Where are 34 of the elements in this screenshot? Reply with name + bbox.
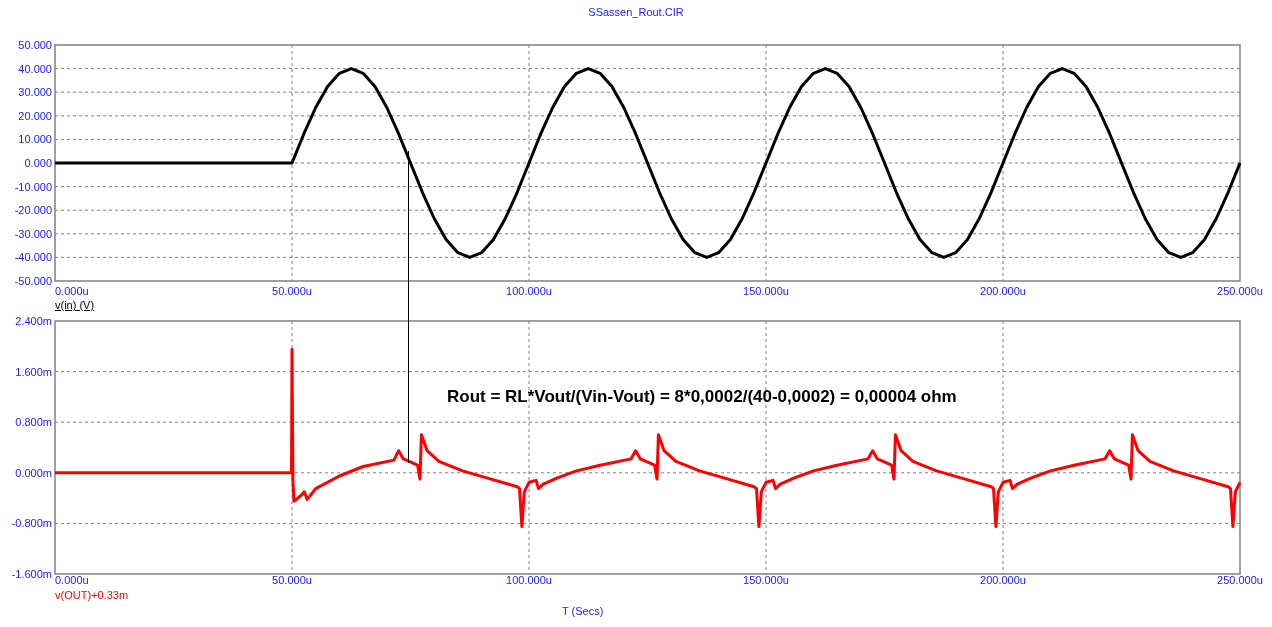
axis-tick-label: -0.800m xyxy=(11,517,52,530)
axis-tick-label: 150.000u xyxy=(743,285,789,297)
axis-tick-label: 50.000u xyxy=(272,285,312,297)
axis-tick-label: 50.000u xyxy=(272,574,312,586)
axis-tick-label: 0.000u xyxy=(55,574,89,586)
axis-tick-label: -40.000 xyxy=(14,251,52,264)
axis-tick-label: 150.000u xyxy=(743,574,789,586)
axis-tick-label: 20.000 xyxy=(18,109,52,122)
axis-title: T (Secs) xyxy=(562,605,604,617)
axis-tick-label: 200.000u xyxy=(980,574,1026,586)
axis-tick-label: 0.800m xyxy=(15,416,52,429)
trace-label[interactable]: v(in) (V) xyxy=(55,298,95,313)
trace-label[interactable]: v(OUT)+0.33m xyxy=(55,588,129,603)
axis-tick-label: 100.000u xyxy=(506,285,552,297)
axis-tick-label: -50.000 xyxy=(14,275,52,287)
axis-tick-label: -10.000 xyxy=(14,180,52,193)
axis-tick-label: 250.000u xyxy=(1217,574,1263,586)
axis-tick-label: 50.000 xyxy=(18,39,52,51)
axis-tick-label: 10.000 xyxy=(18,133,52,146)
axis-tick-label: 40.000 xyxy=(18,62,52,75)
axis-tick-label: 100.000u xyxy=(506,574,552,586)
axis-tick-label: 1.600m xyxy=(15,365,52,378)
axis-tick-label: 0.000u xyxy=(55,285,89,297)
axis-tick-label: 200.000u xyxy=(980,285,1026,297)
formula-annotation: Rout = RL*Vout/(Vin-Vout) = 8*0,0002/(40-0,0002) = 0,00004 ohm xyxy=(447,387,957,406)
axis-tick-label: 0.000 xyxy=(24,157,52,169)
axis-tick-label: -1.600m xyxy=(11,568,52,580)
axis-tick-label: 30.000 xyxy=(18,86,52,99)
axis-tick-label: 2.400m xyxy=(15,315,52,327)
axis-tick-label: 0.000m xyxy=(15,466,52,479)
axis-tick-label: 250.000u xyxy=(1217,285,1263,297)
plot-title: SSassen_Rout.CIR xyxy=(588,6,684,18)
axis-tick-label: -30.000 xyxy=(14,227,52,240)
axis-tick-label: -20.000 xyxy=(14,204,52,217)
